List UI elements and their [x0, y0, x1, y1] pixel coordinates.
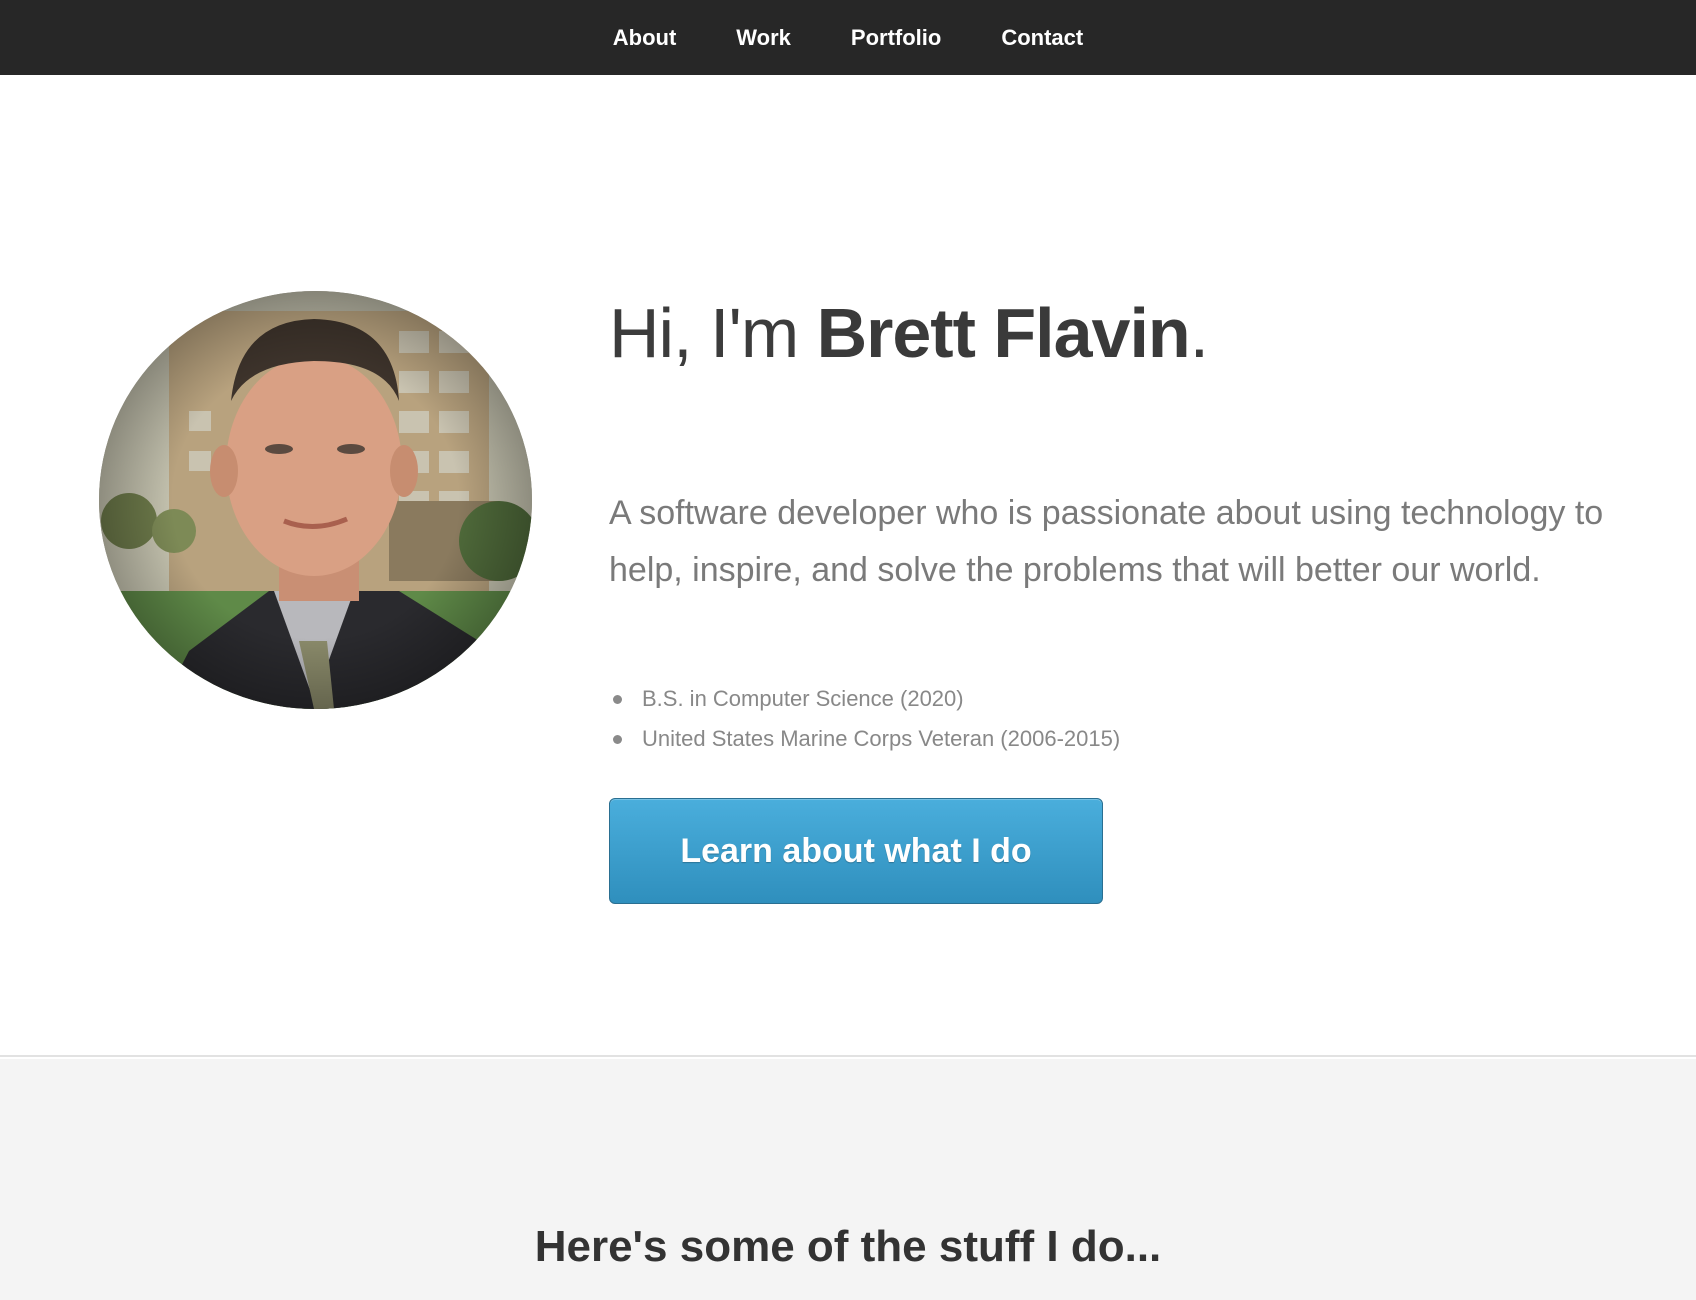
hero-section: Hi, I'm Brett Flavin. A software develop… [0, 75, 1696, 1057]
top-navbar: About Work Portfolio Contact [0, 0, 1696, 75]
bullet-icon [613, 735, 622, 744]
list-item: B.S. in Computer Science (2020) [609, 679, 1120, 719]
nav-link-portfolio[interactable]: Portfolio [821, 25, 971, 50]
hero-tagline: A software developer who is passionate a… [609, 494, 1604, 589]
nav-menu: About Work Portfolio Contact [0, 0, 1696, 75]
fact-text: United States Marine Corps Veteran (2006… [642, 726, 1121, 751]
list-item: United States Marine Corps Veteran (2006… [609, 719, 1120, 759]
learn-more-button[interactable]: Learn about what I do [609, 798, 1103, 904]
bullet-icon [613, 695, 622, 704]
facts-list: B.S. in Computer Science (2020) United S… [609, 679, 1120, 759]
section-title: Here's some of the stuff I do... [534, 1222, 1162, 1271]
hero-name: Brett Flavin [816, 294, 1191, 372]
nav-link-work[interactable]: Work [706, 25, 821, 50]
headline-period: . [1189, 294, 1209, 372]
nav-link-about[interactable]: About [583, 25, 707, 50]
hero-headline: Hi, I'm Brett Flavin. [609, 293, 1209, 373]
greeting-text: Hi, I'm [609, 294, 817, 372]
profile-photo [99, 291, 532, 709]
fact-text: B.S. in Computer Science (2020) [642, 686, 964, 711]
nav-link-contact[interactable]: Contact [971, 25, 1113, 50]
